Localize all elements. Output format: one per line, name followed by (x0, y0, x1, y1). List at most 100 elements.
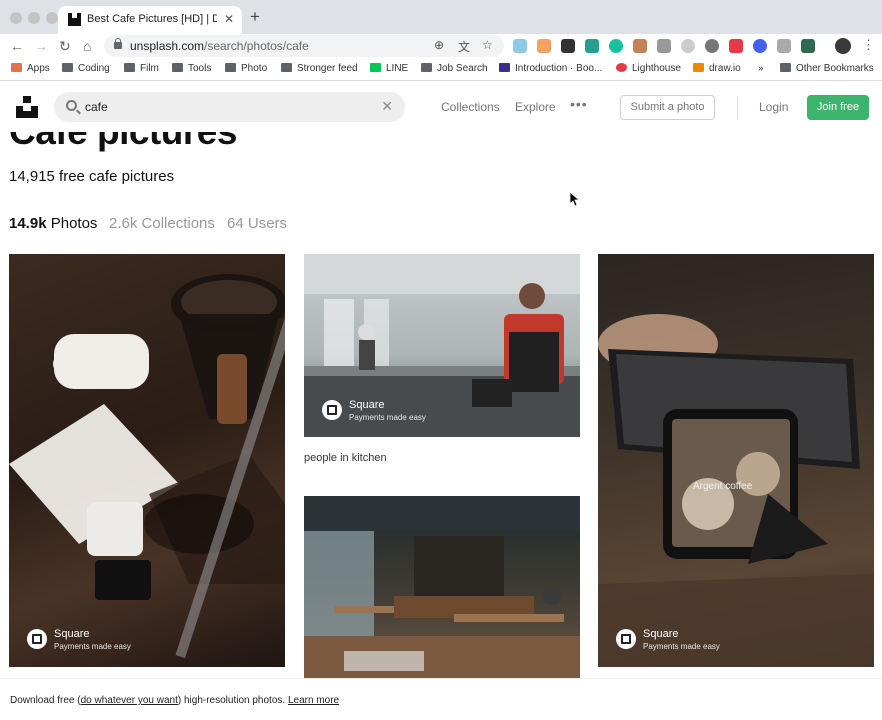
nav-collections[interactable]: Collections (441, 100, 500, 114)
photo-cafe-interior[interactable] (304, 496, 580, 678)
license-link[interactable]: do whatever you want (81, 695, 178, 706)
search-icon (66, 100, 77, 111)
browser-tab-strip: Best Cafe Pictures [HD] | Download ✕ + (0, 0, 882, 34)
results-count: 14,915 free cafe pictures (9, 168, 175, 185)
square-logo-icon (616, 629, 636, 649)
bookmark-job-search[interactable]: Job Search (421, 63, 488, 74)
square-logo-icon (322, 400, 342, 420)
nav-explore[interactable]: Explore (515, 100, 556, 114)
square-logo-icon (27, 629, 47, 649)
learn-more-link[interactable]: Learn more (288, 695, 339, 706)
photo-square-register[interactable]: Argent coffee Square Payments made easy (598, 254, 874, 667)
back-arrow-icon[interactable]: ← (10, 37, 24, 55)
photo-chemex-coffee[interactable]: Square Payments made easy (9, 254, 285, 667)
address-bar[interactable]: unsplash.com/search/photos/cafe ⊕ 文 ☆ (104, 35, 504, 57)
sponsor-name: Square (54, 628, 90, 640)
add-icon[interactable]: ⊕ (434, 38, 444, 52)
extension-icon[interactable] (561, 39, 575, 53)
evernote-icon[interactable] (585, 39, 599, 53)
url-text[interactable]: unsplash.com/search/photos/cafe (130, 39, 309, 53)
translate-icon[interactable]: 文 (458, 38, 470, 55)
bookmark-photo[interactable]: Photo (225, 63, 267, 74)
footer-text: Download free (do whatever you want) hig… (10, 695, 340, 706)
browser-menu-icon[interactable]: ⋮ (862, 37, 875, 53)
extension-icon[interactable] (681, 39, 695, 53)
folder-icon (225, 63, 236, 72)
bookmark-film[interactable]: Film (124, 63, 159, 74)
close-window-button[interactable] (10, 12, 22, 24)
unsplash-logo-icon[interactable] (16, 96, 38, 118)
reload-icon[interactable]: ↻ (59, 37, 71, 55)
sponsor-tagline: Payments made easy (643, 642, 720, 651)
bookmark-line[interactable]: LINE (370, 63, 408, 74)
bookmark-tools[interactable]: Tools (172, 63, 211, 74)
browser-tab[interactable]: Best Cafe Pictures [HD] | Download ✕ (58, 6, 242, 34)
cafe-interior-illustration (304, 496, 580, 678)
sponsor-tagline: Payments made easy (54, 642, 131, 651)
forward-arrow-icon[interactable]: → (34, 37, 48, 55)
lighthouse-icon (616, 63, 627, 72)
bookmarks-bar: Apps Coding Film Tools Photo Stronger fe… (0, 58, 882, 81)
bookmark-other[interactable]: Other Bookmarks (780, 63, 874, 74)
chemex-illustration (9, 262, 285, 659)
browser-toolbar: ← → ↻ ⌂ unsplash.com/search/photos/cafe … (0, 34, 882, 58)
tab-users[interactable]: 64 Users (227, 215, 287, 232)
bookmarks-overflow[interactable]: » (758, 63, 764, 74)
sponsor-tagline: Payments made easy (349, 413, 426, 422)
site-header: cafe ✕ Collections Explore ••• Submit a … (0, 82, 882, 132)
tab-collections[interactable]: 2.6k Collections (109, 215, 215, 232)
bookmark-coding[interactable]: Coding (62, 63, 110, 74)
sponsor-name: Square (643, 628, 679, 640)
line-icon (370, 63, 381, 72)
register-illustration: Argent coffee (598, 314, 874, 667)
bookmark-star-icon[interactable]: ☆ (482, 38, 493, 52)
zoom-window-button[interactable] (46, 12, 58, 24)
extension-icon[interactable] (753, 39, 767, 53)
bookmark-introduction[interactable]: Introduction · Boo... (499, 63, 602, 74)
apps-grid-icon (11, 63, 22, 72)
grammarly-icon[interactable] (609, 39, 623, 53)
profile-avatar[interactable] (835, 38, 851, 54)
folder-icon (124, 63, 135, 72)
clear-search-icon[interactable]: ✕ (381, 98, 393, 115)
extension-icon[interactable] (729, 39, 743, 53)
tab-title: Best Cafe Pictures [HD] | Download (87, 13, 217, 25)
drawio-icon (693, 63, 704, 72)
join-free-button[interactable]: Join free (807, 95, 869, 120)
folder-icon (62, 63, 73, 72)
bookmark-lighthouse[interactable]: Lighthouse (616, 63, 681, 74)
new-tab-button[interactable]: + (250, 8, 260, 25)
extension-icon[interactable] (537, 39, 551, 53)
search-value[interactable]: cafe (85, 100, 108, 114)
unsplash-favicon-icon (68, 13, 81, 26)
folder-icon (780, 63, 791, 72)
photo-people-in-kitchen[interactable]: Square Payments made easy (304, 254, 580, 437)
bookmark-apps[interactable]: Apps (11, 63, 50, 74)
mouse-cursor-icon (570, 192, 580, 206)
tab-photos[interactable]: 14.9k Photos (9, 215, 97, 232)
extension-icon[interactable] (705, 39, 719, 53)
bookmark-stronger-feed[interactable]: Stronger feed (281, 63, 358, 74)
folder-icon (281, 63, 292, 72)
login-link[interactable]: Login (759, 100, 788, 114)
folder-icon (172, 63, 183, 72)
b-icon (499, 63, 510, 72)
sponsor-name: Square (349, 399, 385, 411)
folder-icon (421, 63, 432, 72)
download-footer-bar: Download free (do whatever you want) hig… (0, 678, 882, 720)
kitchen-illustration (304, 254, 580, 437)
extension-icon[interactable] (657, 39, 671, 53)
extension-icon[interactable] (513, 39, 527, 53)
minimize-window-button[interactable] (28, 12, 40, 24)
more-options-icon[interactable]: ••• (570, 96, 588, 112)
bookmark-drawio[interactable]: draw.io (693, 63, 741, 74)
extension-icon[interactable] (633, 39, 647, 53)
tab-close-icon[interactable]: ✕ (224, 12, 234, 26)
extension-icon[interactable] (801, 39, 815, 53)
screen-overlay-text: Argent coffee (693, 481, 753, 492)
extension-icon[interactable] (777, 39, 791, 53)
submit-photo-button[interactable]: Submit a photo (620, 95, 715, 120)
search-input[interactable]: cafe ✕ (54, 92, 405, 122)
home-icon[interactable]: ⌂ (83, 37, 91, 55)
photo-caption: people in kitchen (304, 452, 387, 464)
